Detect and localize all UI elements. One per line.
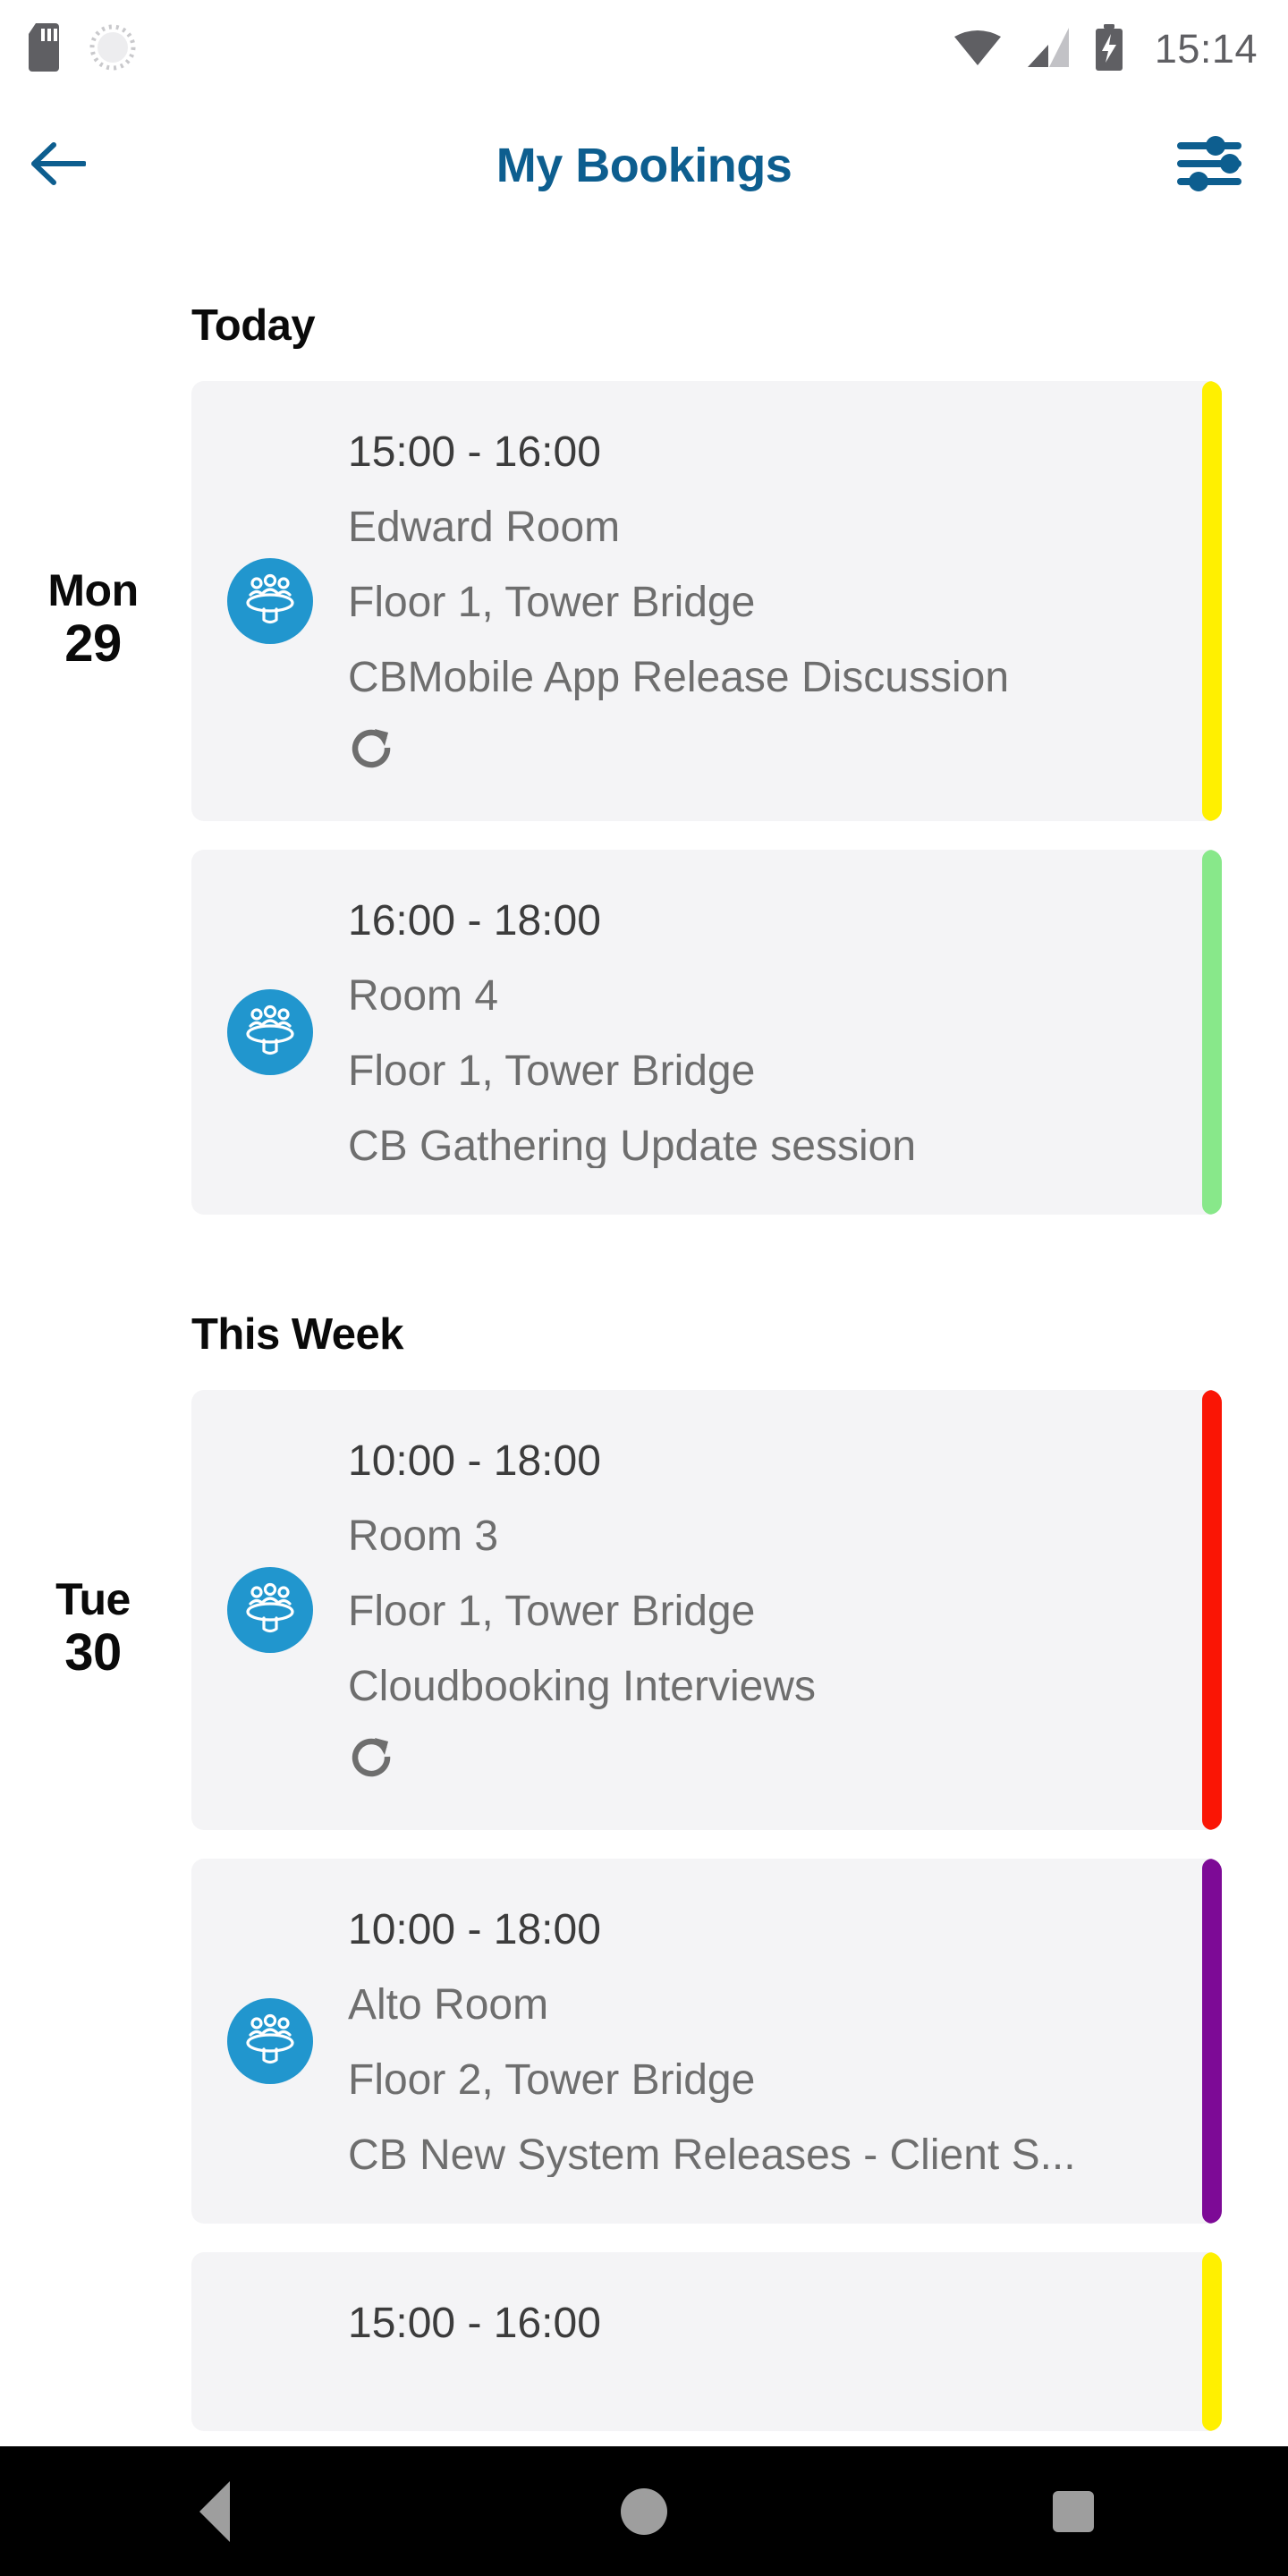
booking-details: 10:00 - 18:00 Room 3 Floor 1, Tower Brid… <box>348 1436 1222 1784</box>
booking-card[interactable]: 15:00 - 16:00 Edward Room Floor 1, Tower… <box>191 381 1222 821</box>
booking-room: Room 3 <box>348 1513 499 1560</box>
booking-room: Edward Room <box>348 504 621 551</box>
nav-home-button[interactable] <box>537 2446 751 2576</box>
status-bar-right-icons: 15:14 <box>953 23 1258 75</box>
booking-details: 15:00 - 16:00 <box>348 2299 1222 2345</box>
booking-card[interactable]: 15:00 - 16:00 <box>191 2252 1222 2431</box>
day-number: 30 <box>64 1623 122 1682</box>
booking-subject: Cloudbooking Interviews <box>348 1663 816 1710</box>
booking-card[interactable]: 10:00 - 18:00 Room 3 Floor 1, Tower Brid… <box>191 1390 1222 1830</box>
booking-subject: CBMobile App Release Discussion <box>348 654 1010 701</box>
booking-time: 15:00 - 16:00 <box>348 2300 601 2345</box>
day-label: Mon 29 <box>0 565 186 674</box>
section-this-week: This Week Tue 30 10:00 - 18:00 Room 3 Fl… <box>0 1215 1288 2431</box>
booking-status-stripe <box>1202 1859 1222 2224</box>
wifi-icon <box>953 28 1003 72</box>
booking-room-type <box>191 989 348 1075</box>
back-triangle-icon <box>199 2480 230 2542</box>
recents-square-icon <box>1053 2490 1094 2532</box>
day-of-week: Mon <box>47 565 139 615</box>
booking-location: Floor 1, Tower Bridge <box>348 1588 756 1635</box>
booking-location: Floor 2, Tower Bridge <box>348 2056 756 2104</box>
alarm-icon <box>89 24 136 75</box>
cellular-signal-icon <box>1026 27 1071 72</box>
android-navigation-bar <box>0 2446 1288 2576</box>
recurring-refresh-icon <box>348 1733 394 1784</box>
booking-time: 16:00 - 18:00 <box>348 897 601 945</box>
section-heading: Today <box>191 301 316 350</box>
booking-location: Floor 1, Tower Bridge <box>348 1047 756 1095</box>
meeting-room-people-icon <box>226 1998 313 2084</box>
booking-details: 16:00 - 18:00 Room 4 Floor 1, Tower Brid… <box>348 896 1222 1168</box>
booking-subject: CB New System Releases - Client S... <box>348 2131 1076 2177</box>
booking-details: 10:00 - 18:00 Alto Room Floor 2, Tower B… <box>348 1905 1222 2177</box>
booking-status-stripe <box>1202 381 1222 821</box>
day-group: Tue 30 10:00 - 18:00 Room 3 Floor 1, Tow… <box>0 1390 1288 2431</box>
day-label: Tue 30 <box>0 1574 186 1682</box>
status-bar: 15:14 <box>0 0 1288 98</box>
booking-card[interactable]: 16:00 - 18:00 Room 4 Floor 1, Tower Brid… <box>191 850 1222 1215</box>
day-group: Mon 29 15:00 - 16:00 Edward Room Floor 1… <box>0 381 1288 1215</box>
nav-back-button[interactable] <box>107 2446 322 2576</box>
booking-room-type <box>191 1567 348 1653</box>
booking-status-stripe <box>1202 1390 1222 1830</box>
meeting-room-people-icon <box>226 558 313 644</box>
status-bar-left-icons <box>27 22 136 76</box>
home-circle-icon <box>621 2487 667 2535</box>
meeting-room-people-icon <box>226 989 313 1075</box>
recurring-indicator <box>348 1733 1177 1782</box>
recurring-refresh-icon <box>348 724 394 775</box>
status-bar-clock: 15:14 <box>1154 26 1258 72</box>
bookings-scroll-list[interactable]: Today Mon 29 15:00 - 16:00 Edward Room F… <box>0 233 1288 2576</box>
battery-charging-icon <box>1094 23 1124 75</box>
booking-time: 10:00 - 18:00 <box>348 1906 601 1953</box>
booking-time: 10:00 - 18:00 <box>348 1437 601 1485</box>
day-number: 29 <box>64 614 122 673</box>
booking-room-type <box>191 1998 348 2084</box>
section-heading: This Week <box>191 1310 403 1359</box>
booking-status-stripe <box>1202 2252 1222 2431</box>
booking-room: Room 4 <box>348 972 499 1020</box>
section-today: Today Mon 29 15:00 - 16:00 Edward Room F… <box>0 233 1288 1215</box>
booking-status-stripe <box>1202 850 1222 1215</box>
meeting-room-people-icon <box>227 2299 313 2385</box>
booking-card[interactable]: 10:00 - 18:00 Alto Room Floor 2, Tower B… <box>191 1859 1222 2224</box>
booking-room: Alto Room <box>348 1981 549 2029</box>
nav-recents-button[interactable] <box>966 2446 1181 2576</box>
day-of-week: Tue <box>55 1574 131 1624</box>
app-header: My Bookings <box>0 98 1288 233</box>
recurring-indicator <box>348 724 1177 773</box>
page-title: My Bookings <box>496 139 792 192</box>
booking-time: 15:00 - 16:00 <box>348 428 601 476</box>
booking-details: 15:00 - 16:00 Edward Room Floor 1, Tower… <box>348 428 1222 775</box>
booking-room-type <box>191 558 348 644</box>
meeting-room-people-icon <box>226 1567 313 1653</box>
sd-card-icon <box>27 22 64 76</box>
booking-location: Floor 1, Tower Bridge <box>348 579 756 626</box>
booking-subject: CB Gathering Update session <box>348 1123 917 1168</box>
